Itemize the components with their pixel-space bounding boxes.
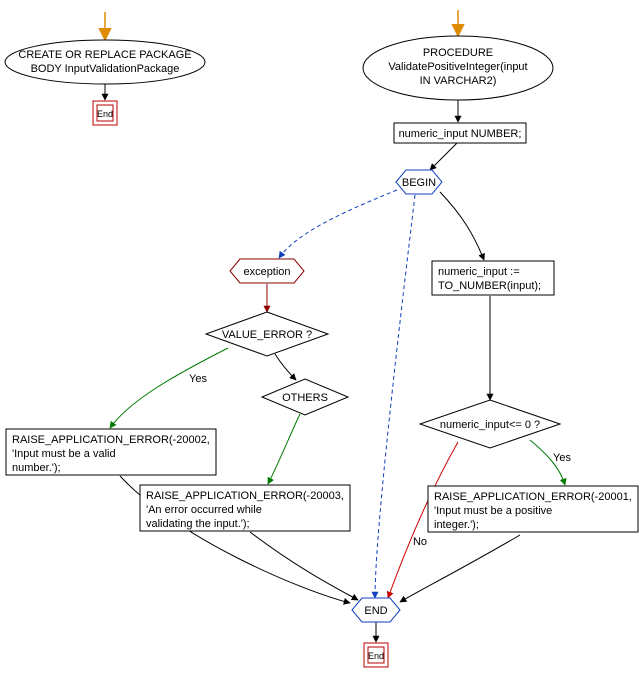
node-raise20001-t1: RAISE_APPLICATION_ERROR(-20001, [434, 491, 632, 503]
node-raise20001-t3: integer.'); [434, 519, 479, 531]
node-package-end: End [93, 101, 117, 125]
node-tonumber-t1: numeric_input := [438, 266, 520, 278]
svg-text:End: End [368, 651, 384, 661]
node-lezero-text: numeric_input<= 0 ? [440, 419, 540, 431]
edge-n6-n7 [275, 354, 296, 380]
node-exception-text: exception [243, 266, 290, 278]
node-raise20002-t2: 'Input must be a valid [12, 448, 116, 460]
node-final-end: End [364, 643, 388, 667]
edge-n4-n5 [279, 190, 397, 258]
node-others-text: OTHERS [282, 392, 328, 404]
label-no-n11: No [413, 536, 427, 548]
node-begin-text: BEGIN [402, 177, 436, 189]
node-raise20002-t1: RAISE_APPLICATION_ERROR(-20002, [12, 434, 210, 446]
node-procedure-text3: IN VARCHAR2) [420, 75, 497, 87]
node-declare-text: numeric_input NUMBER; [399, 128, 522, 140]
edge-n6-n8 [110, 348, 228, 428]
node-tonumber-t2: TO_NUMBER(input); [438, 280, 541, 292]
label-yes-n11: Yes [553, 452, 571, 464]
node-package-text1: CREATE OR REPLACE PACKAGE [18, 49, 191, 61]
node-package-text2: BODY InputValidationPackage [31, 63, 180, 75]
node-procedure-text2: ValidatePositiveInteger(input [388, 61, 527, 73]
label-yes-n6: Yes [189, 373, 207, 385]
node-raise20003-t1: RAISE_APPLICATION_ERROR(-20003, [146, 490, 344, 502]
svg-text:End: End [97, 109, 113, 119]
node-raise20003-t2: 'An error occurred while [146, 504, 262, 516]
edge-n4-n10 [440, 192, 484, 260]
node-raise20003-t3: validating the input.'); [146, 518, 250, 530]
edge-n3-n4 [430, 142, 458, 170]
node-end-text: END [364, 605, 387, 617]
node-valueerror-text: VALUE_ERROR ? [222, 329, 312, 341]
node-package-ellipse [5, 40, 205, 84]
edge-n4-n13 [375, 195, 415, 598]
node-procedure-text1: PROCEDURE [423, 47, 493, 59]
node-raise20002-t3: number.'); [12, 462, 61, 474]
edge-n7-n9 [268, 414, 300, 484]
flowchart-canvas: Yes Yes No CREATE OR REPLACE PACKAGE BOD… [0, 0, 644, 678]
edge-n9-n13 [250, 532, 358, 600]
node-raise20001-t2: 'Input must be a positive [434, 505, 552, 517]
